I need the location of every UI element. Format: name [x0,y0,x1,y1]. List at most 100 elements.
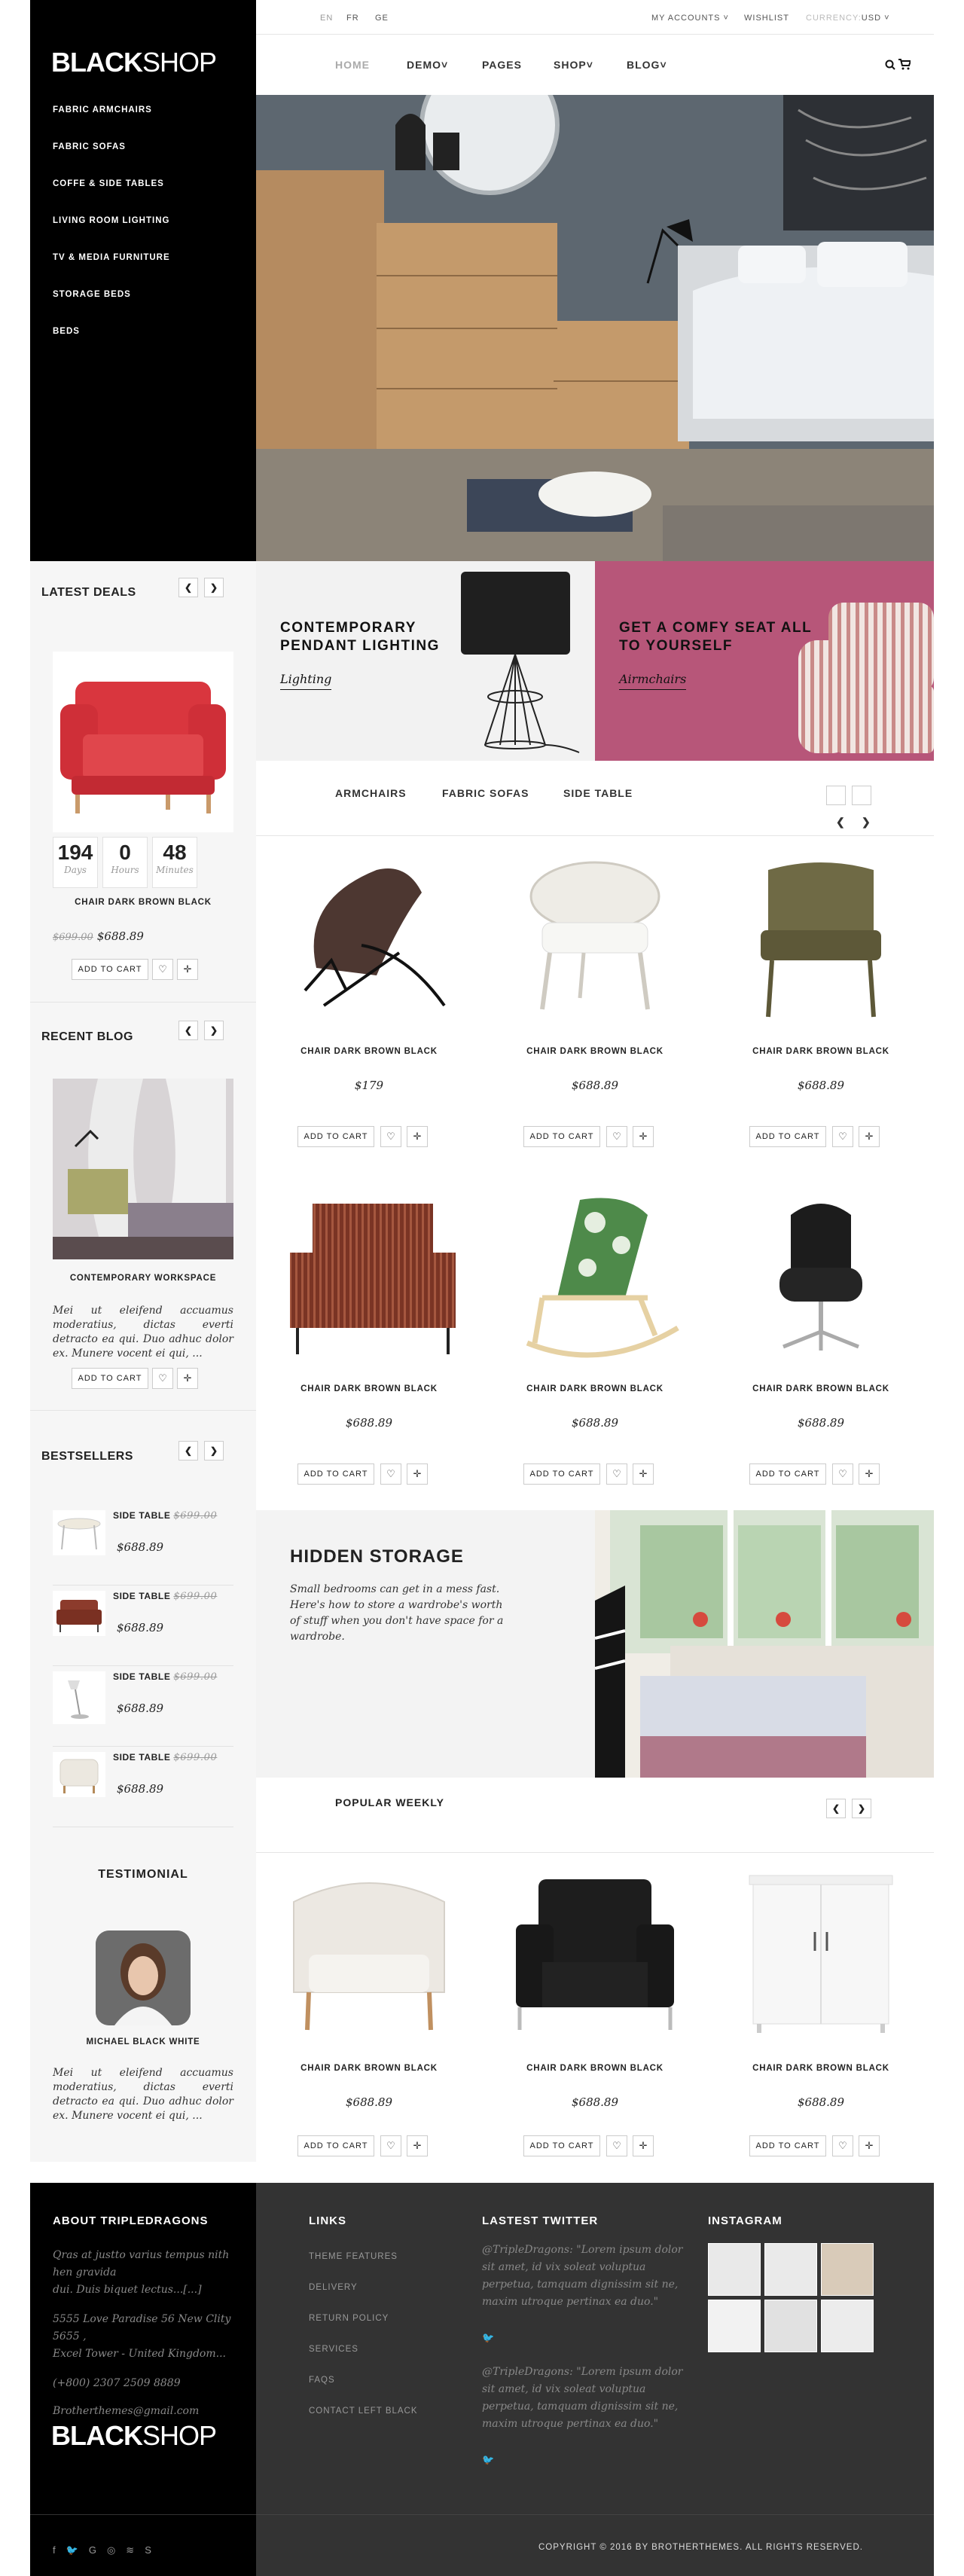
instagram-icon[interactable]: ◎ [107,2544,126,2556]
compare-button[interactable]: ✛ [633,2135,654,2156]
category-item[interactable]: LIVING ROOM LIGHTING [53,216,170,253]
footer-link[interactable]: THEME FEATURES [309,2252,398,2261]
bestsellers-prev-button[interactable]: ❮ [178,1441,198,1460]
compare-button[interactable]: ✛ [859,2135,880,2156]
footer-email[interactable]: Brotherthemes@gmail.com [53,2403,199,2420]
category-item[interactable]: BEDS [53,327,170,364]
add-to-cart-button[interactable]: ADD TO CART [297,2135,374,2156]
rss-icon[interactable]: ≋ [126,2544,145,2556]
recent-blog-next-button[interactable]: ❯ [204,1021,224,1040]
product-card[interactable]: CHAIR DARK BROWN BLACK $688.89 ADD TO CA… [482,836,708,1174]
wishlist-button[interactable]: ♡ [606,1463,627,1485]
tab-armchairs[interactable]: ARMCHAIRS [335,787,407,799]
search-icon[interactable] [885,60,895,70]
facebook-icon[interactable]: f [53,2544,66,2556]
product-card[interactable]: CHAIR DARK BROWN BLACK $688.89 ADD TO CA… [708,1174,934,1511]
category-item[interactable]: FABRIC ARMCHAIRS [53,105,170,142]
footer-link[interactable]: RETURN POLICY [309,2314,389,2323]
add-to-cart-button[interactable]: ADD TO CART [523,1126,600,1147]
wishlist-button[interactable]: ♡ [832,2135,853,2156]
add-to-cart-button[interactable]: ADD TO CART [749,2135,826,2156]
tab-fabric-sofas[interactable]: FABRIC SOFAS [442,787,529,799]
compare-button[interactable]: ✛ [633,1126,654,1147]
product-card[interactable]: CHAIR DARK BROWN BLACK $688.89 ADD TO CA… [256,1174,482,1511]
promo-armchairs-link[interactable]: Airmchairs [619,672,687,690]
blog-post-image[interactable] [53,1079,233,1259]
lang-ge[interactable]: GE [375,14,389,23]
promo-lighting-link[interactable]: Lighting [280,672,332,690]
menu-pages[interactable]: PAGES [482,59,522,71]
popular-next-button[interactable]: ❯ [852,1799,871,1818]
cart-icon[interactable] [898,59,911,70]
wishlist-link[interactable]: WISHLIST [744,14,789,23]
add-to-cart-button[interactable]: ADD TO CART [749,1463,826,1485]
deal-product-name[interactable]: CHAIR DARK BROWN BLACK [30,898,256,907]
add-to-cart-button[interactable]: ADD TO CART [297,1126,374,1147]
menu-shop[interactable]: SHOP˅ [554,59,593,71]
category-item[interactable]: COFFE & SIDE TABLES [53,179,170,216]
compare-button[interactable]: ✛ [859,1126,880,1147]
google-plus-icon[interactable]: G [89,2544,107,2556]
product-card[interactable]: CHAIR DARK BROWN BLACK $179 ADD TO CART … [256,836,482,1174]
compare-button[interactable]: ✛ [859,1463,880,1485]
blog-compare-button[interactable]: ✛ [177,1368,198,1389]
footer-link[interactable]: DELIVERY [309,2283,358,2292]
blog-add-to-cart-button[interactable]: ADD TO CART [72,1368,148,1389]
product-card[interactable]: CHAIR DARK BROWN BLACK $688.89 ADD TO CA… [256,1853,482,2190]
bestseller-item[interactable]: SIDE TABLE $699.00 $688.89 [53,1591,233,1666]
menu-blog[interactable]: BLOG˅ [627,59,667,71]
compare-button[interactable]: ✛ [407,1126,428,1147]
category-item[interactable]: FABRIC SOFAS [53,142,170,179]
deal-product-image[interactable] [53,652,233,832]
recent-blog-prev-button[interactable]: ❮ [178,1021,198,1040]
category-item[interactable]: STORAGE BEDS [53,290,170,327]
wishlist-button[interactable]: ♡ [606,1126,627,1147]
wishlist-button[interactable]: ♡ [380,1463,401,1485]
wishlist-button[interactable]: ♡ [832,1126,853,1147]
menu-demo[interactable]: DEMO˅ [407,59,448,71]
footer-link[interactable]: FAQS [309,2376,335,2385]
promo-lighting[interactable]: CONTEMPORARY PENDANT LIGHTING Lighting [256,561,595,761]
wishlist-button[interactable]: ♡ [606,2135,627,2156]
bestseller-item[interactable]: SIDE TABLE $699.00 $688.89 [53,1510,233,1586]
add-to-cart-button[interactable]: ADD TO CART [297,1463,374,1485]
footer-logo[interactable]: BLACKSHOP [51,2420,217,2452]
lang-fr[interactable]: FR [346,14,359,23]
product-card[interactable]: CHAIR DARK BROWN BLACK $688.89 ADD TO CA… [708,836,934,1174]
promo-armchairs[interactable]: GET A COMFY SEAT ALL TO YOURSELF Airmchai… [595,561,934,761]
compare-button[interactable]: ✛ [407,1463,428,1485]
add-to-cart-button[interactable]: ADD TO CART [523,2135,600,2156]
menu-home[interactable]: HOME [335,59,370,71]
add-to-cart-button[interactable]: ADD TO CART [523,1463,600,1485]
twitter-icon[interactable]: 🐦 [482,2454,494,2466]
instagram-photo[interactable] [708,2243,761,2296]
wishlist-button[interactable]: ♡ [380,2135,401,2156]
instagram-photo[interactable] [821,2243,874,2296]
logo[interactable]: BLACKSHOP [51,47,217,78]
footer-link[interactable]: SERVICES [309,2345,358,2354]
wishlist-button[interactable]: ♡ [380,1126,401,1147]
product-card[interactable]: CHAIR DARK BROWN BLACK $688.89 ADD TO CA… [482,1853,708,2190]
tabs-prev-button[interactable]: ❮ [826,786,846,828]
footer-link[interactable]: CONTACT LEFT BLACK [309,2407,418,2416]
lang-en[interactable]: EN [320,14,333,23]
instagram-photo[interactable] [708,2300,761,2352]
blog-wishlist-button[interactable]: ♡ [152,1368,173,1389]
popular-prev-button[interactable]: ❮ [826,1799,846,1818]
instagram-photo[interactable] [764,2300,817,2352]
deal-add-to-cart-button[interactable]: ADD TO CART [72,959,148,980]
instagram-photo[interactable] [821,2300,874,2352]
deal-wishlist-button[interactable]: ♡ [152,959,173,980]
bestseller-item[interactable]: SIDE TABLE $699.00 $688.89 [53,1671,233,1747]
hero-banner[interactable] [256,95,934,561]
wishlist-button[interactable]: ♡ [832,1463,853,1485]
instagram-photo[interactable] [764,2243,817,2296]
compare-button[interactable]: ✛ [633,1463,654,1485]
add-to-cart-button[interactable]: ADD TO CART [749,1126,826,1147]
currency-select[interactable]: CURRENCY:USD ˅ [806,14,890,23]
category-item[interactable]: TV & MEDIA FURNITURE [53,253,170,290]
latest-deals-prev-button[interactable]: ❮ [178,578,198,597]
tabs-next-button[interactable]: ❯ [852,786,871,828]
product-card[interactable]: CHAIR DARK BROWN BLACK $688.89 ADD TO CA… [482,1174,708,1511]
skype-icon[interactable]: S [145,2544,162,2556]
